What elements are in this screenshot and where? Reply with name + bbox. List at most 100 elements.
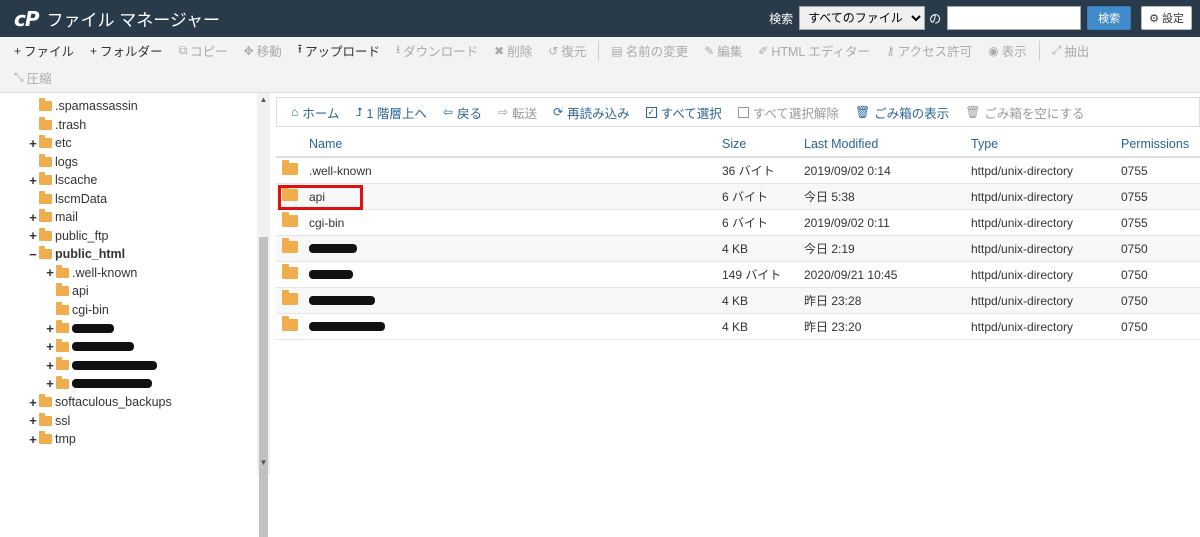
nav-arrow-left[interactable]: ⇦ 戻る bbox=[435, 103, 490, 122]
folder-icon bbox=[56, 283, 69, 296]
toolbar-button-compress[interactable]: ⤡ 圧縮 bbox=[6, 68, 60, 87]
column-last-modified[interactable]: Last Modified bbox=[804, 137, 971, 151]
settings-label: 設定 bbox=[1162, 13, 1184, 25]
row-name[interactable]: api bbox=[309, 190, 722, 204]
rename-icon: ▤ bbox=[611, 43, 623, 58]
search-input[interactable] bbox=[947, 6, 1082, 30]
tree-item[interactable]: + tmp bbox=[28, 430, 76, 448]
toolbar-button-plus[interactable]: + ファイル bbox=[6, 41, 82, 60]
tree-item[interactable]: + public_ftp bbox=[28, 227, 109, 245]
nav-reload[interactable]: ⟳ 再読み込み bbox=[545, 103, 638, 122]
tree-item[interactable]: lscmData bbox=[28, 190, 107, 208]
toolbar-button-edit[interactable]: ✎ 編集 bbox=[696, 41, 750, 60]
tree-item[interactable]: + .well-known bbox=[45, 264, 137, 282]
tree-item[interactable]: − public_html bbox=[28, 245, 125, 263]
tree-toggle-icon[interactable]: + bbox=[45, 358, 55, 373]
tree-item[interactable]: + bbox=[45, 356, 157, 374]
row-name[interactable] bbox=[309, 268, 722, 282]
row-size: 36 バイト bbox=[722, 164, 775, 178]
nav-trash[interactable]: 🗑 ごみ箱を空にする bbox=[957, 103, 1092, 122]
toolbar-button-upload[interactable]: ⭱ アップロード bbox=[290, 40, 388, 61]
row-name[interactable]: cgi-bin bbox=[309, 216, 722, 230]
folder-icon bbox=[39, 412, 52, 426]
tree-toggle-icon[interactable]: − bbox=[28, 247, 38, 262]
tree-toggle-icon[interactable]: + bbox=[28, 413, 38, 428]
folder-icon bbox=[39, 394, 52, 407]
scroll-thumb[interactable] bbox=[259, 237, 268, 537]
folder-icon bbox=[39, 209, 52, 222]
tree-item[interactable]: cgi-bin bbox=[45, 301, 109, 319]
settings-button[interactable]: ⚙ 設定 bbox=[1141, 6, 1192, 30]
toolbar-button-label: 復元 bbox=[561, 45, 587, 59]
nav-checkbox-empty[interactable]: すべて選択解除 bbox=[730, 103, 847, 122]
row-size: 6 バイト bbox=[722, 216, 769, 230]
tree-item[interactable]: logs bbox=[28, 153, 78, 171]
nav-arrow-right[interactable]: ⇨ 転送 bbox=[490, 103, 545, 122]
tree-item[interactable]: .spamassassin bbox=[28, 97, 138, 115]
tree-toggle-icon[interactable]: + bbox=[28, 395, 38, 410]
tree-item[interactable]: + etc bbox=[28, 134, 72, 152]
scroll-down-arrow-icon[interactable]: ▼ bbox=[257, 456, 270, 469]
toolbar-button-copy[interactable]: ⧉ コピー bbox=[171, 41, 236, 60]
level-up-icon: ⮥ bbox=[355, 104, 363, 119]
nav-checkbox-checked[interactable]: ✓ すべて選択 bbox=[638, 103, 730, 122]
table-row[interactable]: 4 KB 今日 2:19 httpd/unix-directory 0750 bbox=[276, 236, 1200, 262]
column-permissions[interactable]: Permissions bbox=[1121, 137, 1200, 151]
tree-toggle-icon[interactable]: + bbox=[45, 321, 55, 336]
tree-toggle-icon[interactable]: + bbox=[45, 265, 55, 280]
tree-toggle-icon[interactable]: + bbox=[28, 210, 38, 225]
toolbar-button-restore[interactable]: ↺ 復元 bbox=[540, 41, 594, 60]
navigation-bar: ⌂ ホーム ⮥ 1 階層上へ ⇦ 戻る ⇨ 転送 ⟳ 再読み込み ✓ すべて選択 すべて選択解除 🗑 ごみ箱… bbox=[276, 97, 1200, 127]
folder-icon bbox=[56, 320, 69, 333]
toolbar-button-label: 抽出 bbox=[1064, 45, 1090, 59]
search-scope-select[interactable]: すべてのファイル bbox=[799, 6, 926, 30]
tree-toggle-icon[interactable]: + bbox=[28, 432, 38, 447]
table-row[interactable]: .well-known 36 バイト 2019/09/02 0:14 httpd/un… bbox=[276, 158, 1200, 184]
toolbar-button-extract[interactable]: ⤢ 抽出 bbox=[1044, 41, 1098, 60]
table-row[interactable]: 4 KB 昨日 23:28 httpd/unix-directory 0750 bbox=[276, 288, 1200, 314]
row-name[interactable] bbox=[309, 320, 722, 334]
tree-toggle-icon[interactable]: + bbox=[45, 376, 55, 391]
column-name[interactable]: Name bbox=[309, 137, 722, 151]
toolbar-button-move[interactable]: ✥ 移動 bbox=[236, 41, 290, 60]
table-row[interactable]: api 6 バイト 今日 5:38 httpd/unix-directory 0755 bbox=[276, 184, 1200, 210]
nav-level-up[interactable]: ⮥ 1 階層上へ bbox=[347, 103, 435, 122]
toolbar-button-key[interactable]: ⚷ アクセス許可 bbox=[878, 41, 980, 60]
tree-toggle-icon[interactable]: + bbox=[28, 173, 38, 188]
cpanel-logo[interactable]: cP bbox=[14, 7, 39, 31]
toolbar-button-rename[interactable]: ▤ 名前の変更 bbox=[603, 41, 696, 60]
toolbar-button-delete[interactable]: ✖ 削除 bbox=[486, 41, 540, 60]
tree-item[interactable]: + bbox=[45, 375, 152, 393]
table-row[interactable]: 149 バイト 2020/09/21 10:45 httpd/unix-direct… bbox=[276, 262, 1200, 288]
tree-scrollbar[interactable]: ▲ ▼ bbox=[257, 93, 270, 537]
nav-home[interactable]: ⌂ ホーム bbox=[283, 103, 347, 122]
row-name[interactable]: .well-known bbox=[309, 164, 722, 178]
table-row[interactable]: 4 KB 昨日 23:20 httpd/unix-directory 0750 bbox=[276, 314, 1200, 340]
tree-toggle-icon[interactable]: + bbox=[45, 339, 55, 354]
row-last-modified: 今日 2:19 bbox=[804, 242, 855, 256]
toolbar-button-label: 削除 bbox=[507, 45, 533, 59]
tree-toggle-icon[interactable]: + bbox=[28, 136, 38, 151]
row-name[interactable] bbox=[309, 242, 722, 256]
toolbar-button-eye[interactable]: ◉ 表示 bbox=[980, 41, 1035, 60]
tree-item[interactable]: + ssl bbox=[28, 412, 70, 430]
column-type[interactable]: Type bbox=[971, 137, 1121, 151]
tree-item[interactable]: api bbox=[45, 282, 89, 300]
table-row[interactable]: cgi-bin 6 バイト 2019/09/02 0:11 httpd/unix-di… bbox=[276, 210, 1200, 236]
row-name[interactable] bbox=[309, 294, 722, 308]
tree-item[interactable]: + mail bbox=[28, 208, 78, 226]
toolbar-button-download[interactable]: ⭳ ダウンロード bbox=[388, 40, 486, 61]
tree-item[interactable]: + bbox=[45, 319, 114, 337]
tree-item[interactable]: + bbox=[45, 338, 134, 356]
toolbar-button-html-editor[interactable]: ✐ HTML エディター bbox=[750, 41, 878, 60]
nav-label: 転送 bbox=[512, 106, 538, 121]
tree-item[interactable]: + softaculous_backups bbox=[28, 393, 172, 411]
column-size[interactable]: Size bbox=[722, 137, 804, 151]
tree-toggle-icon[interactable]: + bbox=[28, 228, 38, 243]
tree-item[interactable]: .trash bbox=[28, 116, 86, 134]
nav-trash[interactable]: 🗑 ごみ箱の表示 bbox=[847, 103, 957, 122]
scroll-up-arrow-icon[interactable]: ▲ bbox=[257, 93, 270, 106]
toolbar-button-plus[interactable]: + フォルダー bbox=[82, 41, 171, 60]
tree-item[interactable]: + lscache bbox=[28, 171, 97, 189]
search-button[interactable]: 検索 bbox=[1087, 6, 1132, 30]
